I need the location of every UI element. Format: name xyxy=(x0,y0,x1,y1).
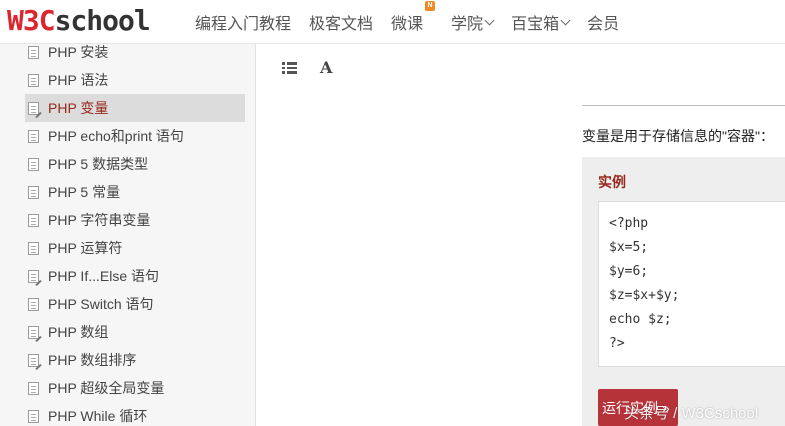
sidebar-item-label: PHP 5 常量 xyxy=(48,184,121,200)
example-box: 实例 <?php $x=5; $y=6; $z=$x+$y; echo $z; … xyxy=(582,157,785,426)
sidebar-item-label: PHP 超级全局变量 xyxy=(48,380,165,396)
code-line: <?php xyxy=(609,216,649,231)
sidebar-item-label: PHP 安装 xyxy=(48,44,109,60)
sidebar-item-php-strings[interactable]: PHP 字符串变量 xyxy=(25,206,245,234)
sidebar-item-label: PHP While 循环 xyxy=(48,408,148,424)
document-icon xyxy=(28,409,39,423)
sidebar-item-php-while[interactable]: PHP While 循环 xyxy=(25,402,245,426)
sidebar-item-php-operators[interactable]: PHP 运算符 xyxy=(25,234,245,262)
sidebar-item-label: PHP If...Else 语句 xyxy=(48,268,159,284)
nav-item-label: 微课 xyxy=(391,16,424,33)
document-edit-icon xyxy=(28,269,39,283)
sidebar-item-php-variables[interactable]: PHP 变量 xyxy=(25,94,245,122)
document-edit-icon xyxy=(28,325,39,339)
font-size-icon[interactable]: A xyxy=(320,58,332,77)
sidebar-item-label: PHP 语法 xyxy=(48,72,109,88)
nav-item-tutorials[interactable]: 编程入门教程 xyxy=(195,10,291,34)
sidebar-item-php-echo-print[interactable]: PHP echo和print 语句 xyxy=(25,122,245,150)
intro-text: 变量是用于存储信息的"容器"： xyxy=(582,128,774,144)
top-navbar: W3Cschool 编程入门教程 极客文档 微课 N 学院 百宝箱 会员 xyxy=(0,0,785,44)
document-icon xyxy=(28,73,39,87)
sidebar-item-label: PHP 变量 xyxy=(48,100,109,116)
sidebar-item-php-data-types[interactable]: PHP 5 数据类型 xyxy=(25,150,245,178)
code-line: $z=$x+$y; xyxy=(609,288,680,303)
code-line: ?> xyxy=(609,336,625,351)
sidebar-item-label: PHP 数组排序 xyxy=(48,352,137,368)
nav-item-label: 极客文档 xyxy=(309,16,374,33)
document-icon xyxy=(28,157,39,171)
code-block: <?php $x=5; $y=6; $z=$x+$y; echo $z; ?> xyxy=(598,201,785,367)
nav-item-docs[interactable]: 极客文档 xyxy=(309,10,373,34)
sidebar-item-php-arrays[interactable]: PHP 数组 xyxy=(25,318,245,346)
sidebar-item-label: PHP 运算符 xyxy=(48,240,123,256)
document-icon xyxy=(28,185,39,199)
nav-item-label: 学院 xyxy=(451,16,484,33)
document-icon xyxy=(28,45,39,59)
main-nav: 编程入门教程 极客文档 微课 N 学院 百宝箱 会员 xyxy=(195,0,637,44)
sidebar-item-php-install[interactable]: PHP 安装 xyxy=(25,44,245,66)
sidebar: PHP 安装 PHP 语法 PHP 变量 PHP echo和print 语句 P… xyxy=(0,44,256,426)
nav-item-label: 编程入门教程 xyxy=(195,16,292,33)
watermark: 头条号 / W3Cschool xyxy=(624,405,759,422)
sidebar-item-label: PHP 5 数据类型 xyxy=(48,156,149,172)
sidebar-item-php-if-else[interactable]: PHP If...Else 语句 xyxy=(25,262,245,290)
code-line: $x=5; xyxy=(609,240,649,255)
sidebar-item-label: PHP echo和print 语句 xyxy=(48,128,184,144)
sidebar-item-php-syntax[interactable]: PHP 语法 xyxy=(25,66,245,94)
document-icon xyxy=(28,213,39,227)
document-edit-icon xyxy=(28,353,39,367)
nav-item-microclass[interactable]: 微课 N xyxy=(391,1,436,34)
code-line: echo $z; xyxy=(609,312,672,327)
nav-item-toolbox[interactable]: 百宝箱 xyxy=(511,10,571,34)
sidebar-item-label: PHP Switch 语句 xyxy=(48,296,154,312)
nav-item-academy[interactable]: 学院 xyxy=(451,10,495,34)
sidebar-list: PHP 安装 PHP 语法 PHP 变量 PHP echo和print 语句 P… xyxy=(25,44,245,426)
divider xyxy=(582,105,785,106)
code-line: $y=6; xyxy=(609,264,649,279)
list-icon[interactable] xyxy=(282,62,297,74)
sidebar-item-php-superglobals[interactable]: PHP 超级全局变量 xyxy=(25,374,245,402)
document-edit-icon xyxy=(28,101,39,115)
document-icon xyxy=(28,297,39,311)
logo-prefix: W3C xyxy=(7,4,56,37)
logo-suffix: school xyxy=(54,4,151,37)
nav-item-label: 百宝箱 xyxy=(511,16,560,33)
example-title: 实例 xyxy=(598,174,626,190)
site-logo[interactable]: W3Cschool xyxy=(7,3,151,39)
sidebar-item-label: PHP 数组 xyxy=(48,324,109,340)
nav-item-label: 会员 xyxy=(587,16,620,33)
new-badge: N xyxy=(425,1,436,11)
chevron-down-icon xyxy=(560,15,571,25)
document-icon xyxy=(28,241,39,255)
sidebar-item-php-array-sort[interactable]: PHP 数组排序 xyxy=(25,346,245,374)
sidebar-item-php-constants[interactable]: PHP 5 常量 xyxy=(25,178,245,206)
document-icon xyxy=(28,381,39,395)
chevron-down-icon xyxy=(484,15,495,25)
nav-item-membership[interactable]: 会员 xyxy=(587,10,619,34)
sidebar-item-label: PHP 字符串变量 xyxy=(48,212,151,228)
document-icon xyxy=(28,129,39,143)
sidebar-item-php-switch[interactable]: PHP Switch 语句 xyxy=(25,290,245,318)
